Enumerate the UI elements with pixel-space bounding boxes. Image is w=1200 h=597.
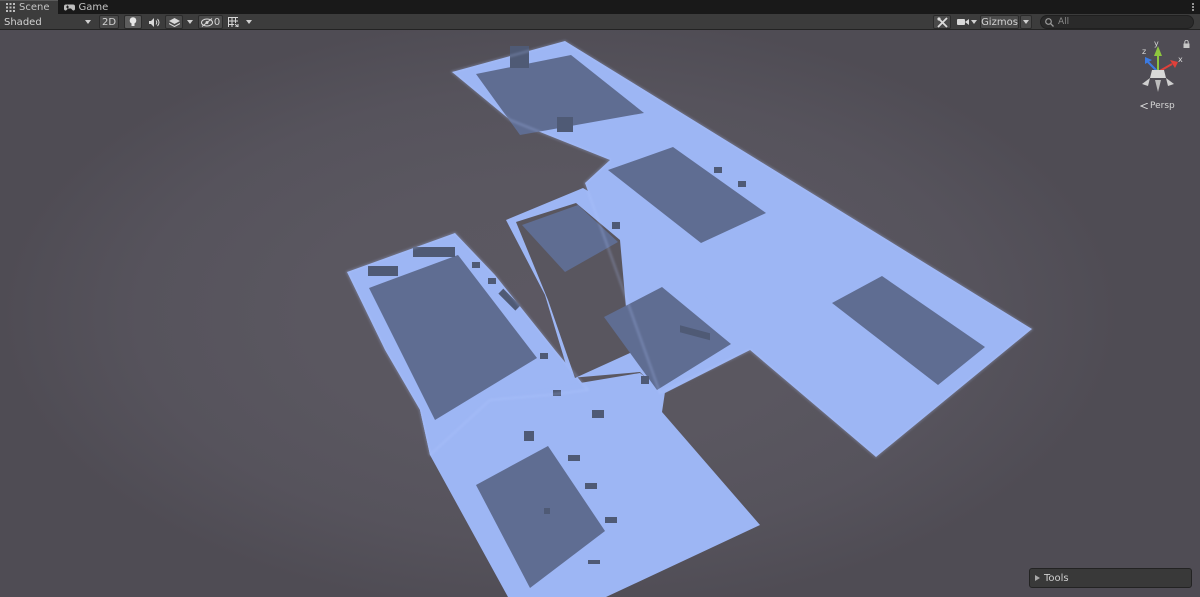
grid-icon	[6, 3, 15, 12]
effects-toggle-button[interactable]	[165, 15, 183, 29]
lightbulb-icon	[129, 17, 137, 26]
layers-effects-icon	[168, 18, 180, 27]
window-tab-bar: Scene Game	[0, 0, 1200, 14]
tab-scene[interactable]: Scene	[0, 0, 58, 14]
axis-z-label: z	[1142, 47, 1146, 56]
draw-mode-dropdown[interactable]: Shaded	[0, 15, 95, 29]
draw-mode-label: Shaded	[4, 16, 42, 28]
tab-game[interactable]: Game	[58, 0, 117, 14]
projection-label: Persp	[1150, 101, 1175, 111]
scene-viewport[interactable]: y z x Persp Tools	[0, 30, 1200, 597]
axis-x-label: x	[1178, 55, 1183, 64]
perspective-icon	[1140, 103, 1148, 109]
gamepad-icon	[63, 4, 75, 10]
tab-scene-label: Scene	[19, 2, 50, 13]
grid-snap-button[interactable]	[226, 15, 240, 29]
toggle-2d-button[interactable]: 2D	[99, 15, 119, 29]
camera-settings-dropdown[interactable]	[955, 15, 979, 29]
tab-game-label: Game	[78, 1, 109, 13]
window-menu-dots-icon[interactable]	[1190, 0, 1196, 14]
chevron-down-icon	[85, 20, 91, 24]
scene-toolbar: Shaded 2D 0 Gizmos	[0, 14, 1200, 30]
tools-label: Tools	[1044, 572, 1069, 584]
tools-overlay-panel[interactable]: Tools	[1029, 568, 1192, 588]
wrench-cross-icon	[936, 16, 948, 28]
level-geometry	[346, 40, 1033, 597]
orientation-gizmo-icon[interactable]: y z x	[1128, 40, 1188, 100]
scene-search[interactable]	[1040, 15, 1194, 29]
grid-snap-dropdown[interactable]	[243, 15, 255, 29]
axis-y-label: y	[1154, 40, 1159, 48]
toggle-2d-label: 2D	[101, 16, 117, 28]
chevron-down-icon	[1023, 20, 1029, 24]
projection-toggle[interactable]: Persp	[1140, 101, 1175, 111]
audio-toggle-button[interactable]	[145, 15, 163, 29]
effects-dropdown[interactable]	[184, 15, 196, 29]
expand-arrow-icon	[1035, 575, 1040, 581]
speaker-icon	[148, 17, 159, 27]
chevron-down-icon	[246, 20, 252, 24]
gizmos-label: Gizmos	[981, 16, 1018, 28]
gizmos-button[interactable]: Gizmos	[980, 15, 1019, 29]
search-input[interactable]	[1058, 17, 1188, 27]
lighting-toggle-button[interactable]	[124, 15, 142, 29]
gizmos-dropdown[interactable]	[1020, 15, 1032, 29]
lock-icon[interactable]	[1183, 40, 1190, 48]
chevron-down-icon	[187, 20, 193, 24]
grid-snap-icon	[227, 17, 238, 27]
search-icon	[1045, 17, 1054, 27]
hidden-count: 0	[213, 16, 221, 28]
camera-icon	[957, 19, 969, 25]
tools-toggle-button[interactable]	[933, 15, 951, 29]
eye-slash-icon	[200, 17, 213, 27]
chevron-down-icon	[971, 20, 977, 24]
hidden-objects-button[interactable]: 0	[198, 15, 223, 29]
